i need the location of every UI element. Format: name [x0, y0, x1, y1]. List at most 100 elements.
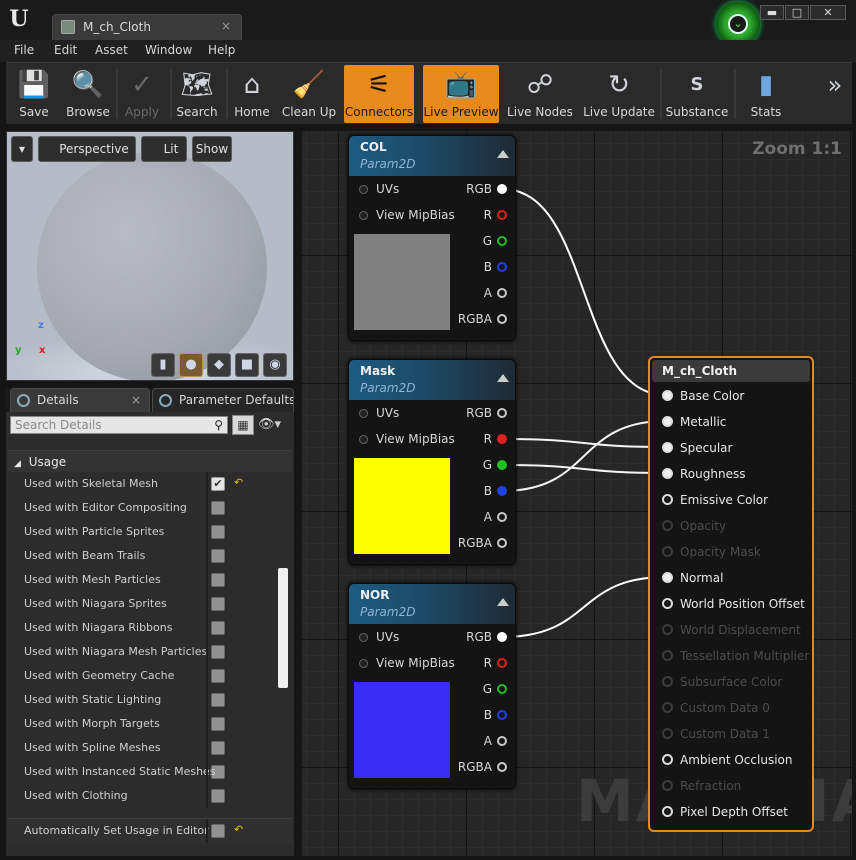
graph-wire[interactable]: [501, 420, 667, 492]
browse-button[interactable]: 🔍 Browse: [62, 65, 114, 123]
usage-checkbox[interactable]: [211, 789, 225, 803]
pin-connector-icon[interactable]: [497, 512, 507, 522]
material-input-pin[interactable]: World Position Offset: [662, 597, 805, 611]
show-button[interactable]: Show: [192, 136, 232, 162]
node-output-pin[interactable]: B: [484, 484, 507, 498]
clean-up-button[interactable]: 🧹 Clean Up: [278, 65, 340, 123]
pin-connector-icon[interactable]: [497, 460, 507, 470]
node-output-pin[interactable]: G: [483, 458, 507, 472]
usage-checkbox[interactable]: ✔: [211, 477, 225, 491]
live-preview-button[interactable]: 📺 Live Preview: [423, 65, 499, 123]
material-input-pin[interactable]: Base Color: [662, 389, 744, 403]
node-output-pin[interactable]: R: [484, 432, 507, 446]
stats-button[interactable]: ▮ Stats: [738, 65, 794, 123]
viewport-options-dropdown[interactable]: ▾: [11, 136, 33, 162]
usage-checkbox[interactable]: [211, 621, 225, 635]
close-icon[interactable]: ×: [131, 389, 141, 411]
node-output-pin[interactable]: A: [484, 734, 507, 748]
node-output-pin[interactable]: RGB: [466, 182, 507, 196]
node-output-pin[interactable]: R: [484, 208, 507, 222]
pin-connector-icon[interactable]: [662, 754, 673, 765]
pin-connector-icon[interactable]: [359, 633, 368, 642]
texture-sample-node[interactable]: Mask Param2D UVs View MipBias RGB R G B A RGBA: [348, 359, 516, 565]
pin-connector-icon[interactable]: [662, 442, 673, 453]
pin-connector-icon[interactable]: [497, 434, 507, 444]
usage-checkbox[interactable]: [211, 645, 225, 659]
node-output-pin[interactable]: B: [484, 708, 507, 722]
usage-checkbox[interactable]: [211, 597, 225, 611]
node-output-pin[interactable]: B: [484, 260, 507, 274]
auto-usage-checkbox[interactable]: [211, 824, 225, 838]
pin-connector-icon[interactable]: [497, 236, 507, 246]
material-input-pin[interactable]: Normal: [662, 571, 723, 585]
graph-wire[interactable]: [501, 188, 667, 396]
node-output-pin[interactable]: R: [484, 656, 507, 670]
preview-cylinder-button[interactable]: ▮: [151, 353, 175, 377]
pin-connector-icon[interactable]: [497, 684, 507, 694]
tab-parameter-defaults[interactable]: Parameter Defaults: [152, 388, 294, 412]
preview-custom-mesh-button[interactable]: ◉: [263, 353, 287, 377]
toolbar-overflow-button[interactable]: »: [820, 65, 850, 123]
pin-connector-icon[interactable]: [662, 390, 673, 401]
usage-category-header[interactable]: ◢ Usage: [8, 450, 292, 472]
pin-connector-icon[interactable]: [497, 538, 507, 548]
pin-connector-icon[interactable]: [497, 658, 507, 668]
view-options-eye-icon[interactable]: 👁▾: [258, 415, 292, 435]
substance-button[interactable]: S Substance: [662, 65, 732, 123]
connectors-button[interactable]: ⚟ Connectors: [344, 65, 414, 123]
pin-connector-icon[interactable]: [662, 806, 673, 817]
node-output-pin[interactable]: RGBA: [458, 536, 507, 550]
pin-connector-icon[interactable]: [662, 572, 673, 583]
pin-connector-icon[interactable]: [497, 262, 507, 272]
pin-connector-icon[interactable]: [497, 210, 507, 220]
live-update-button[interactable]: ↻ Live Update: [582, 65, 656, 123]
node-output-pin[interactable]: RGB: [466, 406, 507, 420]
material-input-pin[interactable]: Emissive Color: [662, 493, 768, 507]
node-input-pin[interactable]: UVs: [359, 406, 399, 420]
node-output-pin[interactable]: A: [484, 510, 507, 524]
usage-checkbox[interactable]: [211, 765, 225, 779]
node-output-pin[interactable]: G: [483, 682, 507, 696]
perspective-button[interactable]: Perspective: [38, 136, 136, 162]
search-button[interactable]: 🗺 Search: [172, 65, 222, 123]
minimize-button[interactable]: ▬: [760, 5, 784, 20]
live-nodes-button[interactable]: ☍ Live Nodes: [506, 65, 574, 123]
pin-connector-icon[interactable]: [497, 710, 507, 720]
node-output-pin[interactable]: RGBA: [458, 312, 507, 326]
reset-to-default-icon[interactable]: ↶: [234, 476, 243, 489]
texture-sample-node[interactable]: NOR Param2D UVs View MipBias RGB R G B A RGBA: [348, 583, 516, 789]
material-input-pin[interactable]: Pixel Depth Offset: [662, 805, 788, 819]
usage-checkbox[interactable]: [211, 717, 225, 731]
node-output-pin[interactable]: G: [483, 234, 507, 248]
collapse-node-icon[interactable]: [497, 150, 509, 158]
pin-connector-icon[interactable]: [497, 314, 507, 324]
texture-sample-node[interactable]: COL Param2D UVs View MipBias RGB R G B A RGBA: [348, 135, 516, 341]
node-input-pin[interactable]: View MipBias: [359, 208, 455, 222]
pin-connector-icon[interactable]: [662, 416, 673, 427]
details-scrollbar[interactable]: [278, 568, 288, 688]
node-input-pin[interactable]: UVs: [359, 182, 399, 196]
collapse-node-icon[interactable]: [497, 374, 509, 382]
maximize-button[interactable]: □: [785, 5, 809, 20]
pin-connector-icon[interactable]: [497, 632, 507, 642]
node-input-pin[interactable]: View MipBias: [359, 432, 455, 446]
pin-connector-icon[interactable]: [662, 598, 673, 609]
material-input-pin[interactable]: Metallic: [662, 415, 726, 429]
apply-button[interactable]: ✓ Apply: [118, 65, 166, 123]
pin-connector-icon[interactable]: [359, 435, 368, 444]
graph-wire[interactable]: [501, 464, 667, 474]
usage-checkbox[interactable]: [211, 693, 225, 707]
preview-plane-button[interactable]: ◆: [207, 353, 231, 377]
material-input-pin[interactable]: Roughness: [662, 467, 745, 481]
preview-viewport[interactable]: ▾ Perspective Lit Show z y x ▮ ● ◆ ■ ◉: [6, 131, 294, 381]
pin-connector-icon[interactable]: [662, 468, 673, 479]
menu-help[interactable]: Help: [208, 43, 235, 57]
preview-sphere-button[interactable]: ●: [179, 353, 203, 377]
material-result-node[interactable]: M_ch_Cloth Base Color Metallic Specular Rou…: [648, 356, 814, 832]
menu-asset[interactable]: Asset: [95, 43, 128, 57]
pin-connector-icon[interactable]: [359, 409, 368, 418]
material-input-pin[interactable]: Specular: [662, 441, 732, 455]
menu-edit[interactable]: Edit: [54, 43, 77, 57]
document-tab[interactable]: M_ch_Cloth ×: [52, 14, 242, 40]
menu-file[interactable]: File: [14, 43, 34, 57]
